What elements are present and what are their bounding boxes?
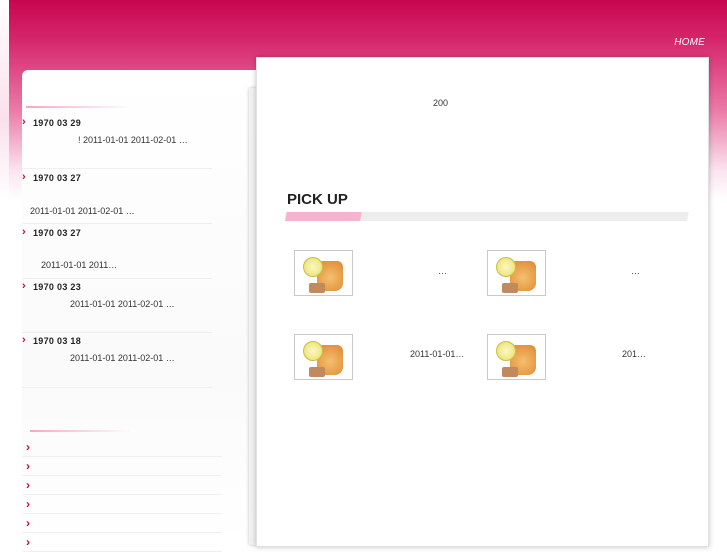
chevron-right-icon: › (22, 116, 26, 128)
chevron-right-icon: › (26, 535, 30, 549)
menu-item[interactable]: › (22, 514, 222, 533)
lemon-image (303, 257, 323, 277)
menu-divider (30, 430, 135, 432)
pickup-heading: PICK UP (287, 191, 348, 208)
banner-text: 200 (433, 98, 449, 108)
product-label[interactable]: … (438, 266, 447, 276)
news-separator (22, 223, 212, 224)
cinnamon-image (309, 367, 325, 377)
main-panel (256, 57, 709, 547)
chevron-right-icon: › (26, 516, 30, 530)
pickup-heading-bar (282, 212, 692, 221)
news-separator (22, 168, 212, 169)
chevron-right-icon: › (22, 171, 26, 183)
news-separator (22, 387, 212, 388)
product-label[interactable]: 2011-01-01… (410, 349, 464, 359)
news-separator (22, 332, 212, 333)
chevron-right-icon: › (26, 459, 30, 473)
news-date: 1970 03 27 (33, 228, 82, 238)
home-link[interactable]: HOME (674, 37, 705, 48)
news-text[interactable]: ! 2011-01-01 2011-02-01 … (78, 135, 188, 145)
news-separator (22, 278, 212, 279)
news-date: 1970 03 27 (33, 173, 82, 183)
product-label[interactable]: 201… (622, 349, 646, 359)
product-thumbnail[interactable] (294, 334, 353, 380)
chevron-right-icon: › (22, 280, 26, 292)
chevron-right-icon: › (22, 334, 26, 346)
menu-item[interactable]: › (22, 457, 222, 476)
product-thumbnail[interactable] (487, 334, 546, 380)
product-thumbnail[interactable] (487, 250, 546, 296)
product-thumbnail[interactable] (294, 250, 353, 296)
menu-item[interactable]: › (22, 495, 222, 514)
news-text[interactable]: 2011-01-01 2011-02-01 … (70, 299, 175, 309)
cinnamon-image (502, 367, 518, 377)
sidebar-news-divider (26, 106, 134, 108)
cinnamon-image (502, 283, 518, 293)
cinnamon-image (309, 283, 325, 293)
lemon-image (496, 341, 516, 361)
news-text[interactable]: 2011-01-01 2011-02-01 … (30, 206, 135, 216)
news-text[interactable]: 2011-01-01 2011-02-01 … (70, 353, 175, 363)
menu-item[interactable]: › (22, 438, 222, 457)
chevron-right-icon: › (26, 440, 30, 454)
menu-item[interactable]: › (22, 476, 222, 495)
lemon-image (303, 341, 323, 361)
news-date: 1970 03 29 (33, 118, 82, 128)
left-edge-decoration (0, 0, 9, 200)
product-label[interactable]: … (631, 266, 640, 276)
news-text[interactable]: 2011-01-01 2011… (41, 260, 117, 270)
lemon-image (496, 257, 516, 277)
news-date: 1970 03 23 (33, 282, 82, 292)
news-date: 1970 03 18 (33, 336, 82, 346)
chevron-right-icon: › (26, 478, 30, 492)
chevron-right-icon: › (22, 226, 26, 238)
menu-item[interactable]: › (22, 533, 222, 552)
chevron-right-icon: › (26, 497, 30, 511)
